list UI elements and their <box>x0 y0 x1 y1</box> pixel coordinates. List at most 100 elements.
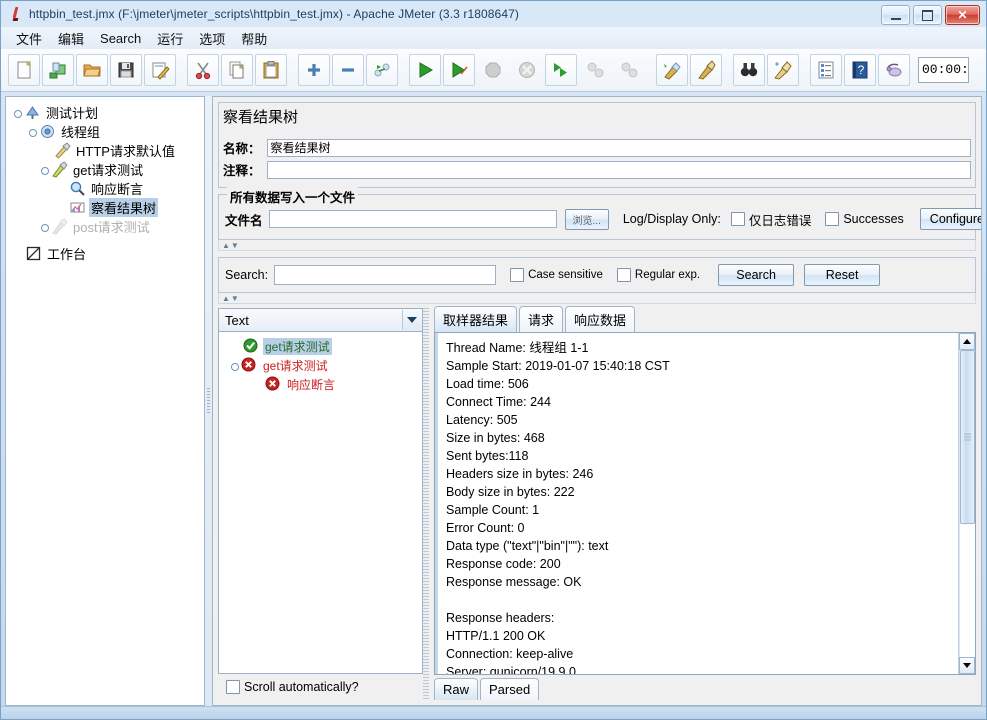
menu-help[interactable]: 帮助 <box>234 27 274 50</box>
close-button[interactable]: ✕ <box>945 5 980 25</box>
menu-search[interactable]: Search <box>93 29 148 48</box>
minimize-button[interactable] <box>881 5 910 25</box>
save-as-icon[interactable] <box>144 54 176 86</box>
expand-handle-icon[interactable] <box>39 221 50 232</box>
expand-handle-icon[interactable] <box>229 360 240 371</box>
result-item-get-success[interactable]: get请求测试 <box>223 337 422 356</box>
remote-start-all-icon[interactable] <box>545 54 577 86</box>
tree-node-test-plan[interactable]: 测试计划 <box>12 103 204 122</box>
results-left-column: Text get请求测试 get请求测试 响应断言 Scroll automat… <box>218 308 423 700</box>
help-icon[interactable]: ? <box>844 54 876 86</box>
copy-icon[interactable] <box>221 54 253 86</box>
panel-inner: 察看结果树 名称： 察看结果树 注释： 所有数据写入一个文件 文件名 浏览...… <box>213 97 981 705</box>
expand-handle-icon[interactable] <box>27 126 38 137</box>
search-input[interactable] <box>274 265 497 285</box>
menu-file[interactable]: 文件 <box>9 27 49 50</box>
result-item-assertion-error[interactable]: 响应断言 <box>223 375 422 394</box>
success-icon <box>243 338 260 355</box>
menu-options[interactable]: 选项 <box>192 27 232 50</box>
stop-icon <box>477 54 509 86</box>
filename-input[interactable] <box>268 210 557 228</box>
reset-button[interactable]: Reset <box>804 264 881 286</box>
search-binoculars-icon[interactable] <box>733 54 765 86</box>
menu-edit[interactable]: 编辑 <box>51 27 91 50</box>
case-sensitive-checkbox[interactable]: Case sensitive <box>510 268 603 282</box>
successes-checkbox[interactable]: Successes <box>825 212 904 226</box>
configure-button[interactable]: Configure <box>919 208 981 230</box>
clear-icon[interactable] <box>656 54 688 86</box>
scroll-down-button[interactable] <box>959 656 975 674</box>
tab-parsed[interactable]: Parsed <box>480 678 540 700</box>
start-no-pause-icon[interactable] <box>443 54 475 86</box>
tree-label: post请求测试 <box>73 220 150 235</box>
search-button[interactable]: Search <box>718 264 795 286</box>
sound-icon[interactable] <box>878 54 910 86</box>
result-tabs: 取样器结果 请求 响应数据 <box>434 306 976 332</box>
tree-node-post-request[interactable]: post请求测试 <box>12 217 204 236</box>
search-reset-icon[interactable] <box>767 54 799 86</box>
comment-input[interactable] <box>266 160 971 179</box>
tree-node-response-assertion[interactable]: 响应断言 <box>12 179 204 198</box>
start-icon[interactable] <box>409 54 441 86</box>
cut-icon[interactable] <box>187 54 219 86</box>
response-scrollbar[interactable] <box>958 333 975 674</box>
sampler-result-text[interactable]: Thread Name: 线程组 1-1 Sample Start: 2019-… <box>435 333 958 674</box>
new-file-icon[interactable] <box>8 54 40 86</box>
name-input[interactable]: 察看结果树 <box>266 138 971 157</box>
clear-all-icon[interactable] <box>690 54 722 86</box>
chevron-down-icon[interactable] <box>402 310 421 330</box>
log-display-only-label: Log/Display Only: <box>622 212 721 226</box>
scrollbar-thumb[interactable] <box>960 350 975 524</box>
collapse-all-icon[interactable] <box>332 54 364 86</box>
filename-row: 文件名 浏览... Log/Display Only: 仅日志错误 Succes… <box>225 208 981 230</box>
write-results-group: 所有数据写入一个文件 文件名 浏览... Log/Display Only: 仅… <box>218 187 981 240</box>
function-helper-icon[interactable] <box>810 54 842 86</box>
search-label: Search: <box>225 268 269 282</box>
results-tree[interactable]: get请求测试 get请求测试 响应断言 <box>218 332 423 674</box>
comment-row: 注释： <box>223 160 971 179</box>
scroll-automatically-checkbox[interactable]: Scroll automatically? <box>226 680 359 694</box>
result-label: 响应断言 <box>287 378 336 392</box>
tree-label: 测试计划 <box>46 106 99 121</box>
test-plan-tree: 测试计划 线程组 HTTP请求默认值 get请求测试 响应断言 察看结果树 po… <box>6 97 204 263</box>
tree-label: 察看结果树 <box>89 198 159 217</box>
main-splitter[interactable] <box>205 96 212 706</box>
paste-icon[interactable] <box>255 54 287 86</box>
result-item-get-error[interactable]: get请求测试 <box>223 356 422 375</box>
tree-node-http-defaults[interactable]: HTTP请求默认值 <box>12 141 204 160</box>
tree-node-view-results-tree[interactable]: 察看结果树 <box>12 198 204 217</box>
collapse-arrows-2[interactable]: ▲▼ <box>218 293 976 304</box>
expand-all-icon[interactable] <box>298 54 330 86</box>
shutdown-icon <box>511 54 543 86</box>
expand-handle-icon[interactable] <box>12 107 23 118</box>
errors-only-checkbox[interactable]: 仅日志错误 <box>730 210 811 229</box>
test-plan-tree-pane[interactable]: 测试计划 线程组 HTTP请求默认值 get请求测试 响应断言 察看结果树 po… <box>5 96 205 706</box>
scroll-automatically-label: Scroll automatically? <box>244 680 359 694</box>
collapse-arrows-1[interactable]: ▲▼ <box>218 240 976 251</box>
scroll-up-button[interactable] <box>959 333 975 350</box>
toggle-icon[interactable] <box>366 54 398 86</box>
scrollbar-track[interactable] <box>959 350 975 657</box>
expand-handle-icon[interactable] <box>39 164 50 175</box>
tab-sampler-result[interactable]: 取样器结果 <box>434 306 518 332</box>
maximize-button[interactable] <box>913 5 942 25</box>
tree-node-workbench[interactable]: 工作台 <box>12 244 204 263</box>
regular-exp-checkbox[interactable]: Regular exp. <box>616 268 700 282</box>
tree-node-get-request[interactable]: get请求测试 <box>12 160 204 179</box>
tree-label: 线程组 <box>61 125 101 140</box>
tab-raw[interactable]: Raw <box>434 678 479 700</box>
sampler-result-view: Thread Name: 线程组 1-1 Sample Start: 2019-… <box>434 332 976 675</box>
window-title: httpbin_test.jmx (F:\jmeter\jmeter_scrip… <box>29 7 519 21</box>
menu-run[interactable]: 运行 <box>150 27 190 50</box>
open-folder-icon[interactable] <box>76 54 108 86</box>
tab-response-data[interactable]: 响应数据 <box>565 306 636 332</box>
toolbar: ? 00:00: <box>1 49 986 92</box>
browse-button[interactable]: 浏览... <box>564 208 609 230</box>
templates-icon[interactable] <box>42 54 74 86</box>
arrow-down-icon <box>963 662 971 668</box>
save-icon[interactable] <box>110 54 142 86</box>
error-icon <box>241 357 258 374</box>
renderer-select[interactable]: Text <box>218 308 423 332</box>
tab-request[interactable]: 请求 <box>519 306 564 332</box>
tree-node-thread-group[interactable]: 线程组 <box>12 122 204 141</box>
